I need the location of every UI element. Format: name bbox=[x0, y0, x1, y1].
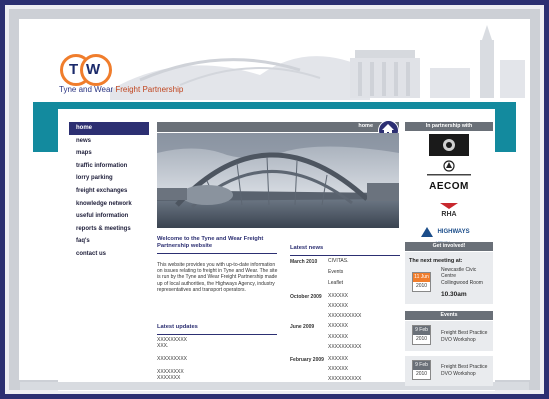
news-date: October 2009 bbox=[290, 294, 322, 300]
partners-panel: AECOM RHA HIGHWAYS AGENCY bbox=[405, 131, 493, 245]
news-item[interactable]: XXXXXX bbox=[328, 323, 348, 329]
event-title[interactable]: Freight Best Practice bbox=[441, 364, 487, 370]
partner-logo-aecom[interactable]: AECOM bbox=[405, 181, 493, 192]
meeting-location-line: Collingwood Room bbox=[441, 280, 483, 286]
logo-name-part1: Tyne and Wear bbox=[59, 85, 116, 94]
calendar-day: 11 Jun bbox=[413, 273, 430, 282]
news-item[interactable]: XXXXXXXXXX bbox=[328, 344, 361, 350]
welcome-body: This website provides you with up-to-dat… bbox=[157, 262, 278, 293]
partner-logo-newcastle[interactable] bbox=[405, 160, 493, 183]
partner-logo-rha-text: RHA bbox=[441, 211, 457, 218]
calendar-icon: 9 Feb 2010 bbox=[412, 360, 431, 380]
event-title[interactable]: Freight Best Practice bbox=[441, 330, 487, 336]
event-subtitle[interactable]: DVO Workshop bbox=[441, 371, 476, 377]
welcome-title: Welcome to the Tyne and Wear Freight Par… bbox=[157, 236, 277, 254]
events-title: Events bbox=[405, 311, 493, 320]
calendar-day: 9 Feb bbox=[413, 326, 430, 335]
news-item[interactable]: XXXXXX bbox=[328, 334, 348, 340]
partners-title: In partnership with bbox=[405, 122, 493, 131]
calendar-day: 9 Feb bbox=[413, 361, 430, 370]
update-item[interactable]: XXXXXXXXX bbox=[157, 356, 187, 362]
nav-item-traffic-information[interactable]: traffic information bbox=[69, 160, 149, 173]
highways-text: HIGHWAYS bbox=[437, 228, 470, 235]
news-item[interactable]: XXXXXX bbox=[328, 366, 348, 372]
nav-item-lorry-parking[interactable]: lorry parking bbox=[69, 172, 149, 185]
logo-text: Tyne and Wear Freight Partnership bbox=[59, 85, 183, 94]
breadcrumb-bar: home bbox=[157, 122, 399, 132]
nav-item-reports-meetings[interactable]: reports & meetings bbox=[69, 223, 149, 236]
nav-item-home[interactable]: home bbox=[69, 122, 149, 135]
news-item[interactable]: Leaflet bbox=[328, 280, 343, 286]
update-item[interactable]: XXX. bbox=[157, 343, 168, 349]
nav-item-maps[interactable]: maps bbox=[69, 147, 149, 160]
main-nav: home news maps traffic information lorry… bbox=[69, 122, 149, 261]
logo-letter-t: T bbox=[69, 61, 79, 78]
news-item[interactable]: XXXXXX bbox=[328, 293, 348, 299]
calendar-year: 2010 bbox=[415, 283, 428, 289]
news-item[interactable]: Events bbox=[328, 269, 343, 275]
next-meeting-title: The next meeting at: bbox=[409, 258, 463, 264]
logo-letter-w: W bbox=[86, 61, 101, 78]
news-date: June 2009 bbox=[290, 324, 315, 330]
meeting-time: 10.30am bbox=[441, 291, 467, 298]
news-date: March 2010 bbox=[290, 259, 318, 265]
news-item[interactable]: CIVITAS. bbox=[328, 258, 348, 264]
update-item[interactable]: XXXXXXX bbox=[157, 375, 180, 381]
partner-logo-civitas[interactable] bbox=[405, 134, 493, 161]
calendar-icon: 9 Feb 2010 bbox=[412, 325, 431, 345]
meeting-location-line: Centre bbox=[441, 273, 457, 279]
calendar-year: 2010 bbox=[415, 371, 428, 377]
calendar-icon: 11 Jun 2010 bbox=[412, 272, 431, 292]
nav-item-faqs[interactable]: faq's bbox=[69, 235, 149, 248]
nav-item-useful-information[interactable]: useful information bbox=[69, 210, 149, 223]
hero-image bbox=[157, 133, 399, 228]
news-item[interactable]: XXXXXX bbox=[328, 356, 348, 362]
news-date: February 2009 bbox=[290, 357, 324, 363]
latest-updates-title: Latest updates bbox=[157, 324, 277, 335]
event-subtitle[interactable]: DVO Workshop bbox=[441, 337, 476, 343]
news-item[interactable]: XXXXXXXXXX bbox=[328, 313, 361, 319]
news-item[interactable]: XXXXXX bbox=[328, 303, 348, 309]
latest-news-title: Latest news bbox=[290, 245, 400, 256]
nav-item-contact-us[interactable]: contact us bbox=[69, 248, 149, 261]
logo-name-part2: Freight Partnership bbox=[115, 85, 184, 94]
nav-item-freight-exchanges[interactable]: freight exchanges bbox=[69, 185, 149, 198]
calendar-year: 2010 bbox=[415, 336, 428, 342]
nav-item-news[interactable]: news bbox=[69, 135, 149, 148]
news-item[interactable]: XXXXXXXXXX bbox=[328, 376, 361, 382]
breadcrumb[interactable]: home bbox=[358, 123, 373, 129]
nav-item-knowledge-network[interactable]: knowledge network bbox=[69, 198, 149, 211]
get-involved-bar[interactable]: Get involved! bbox=[405, 242, 493, 251]
